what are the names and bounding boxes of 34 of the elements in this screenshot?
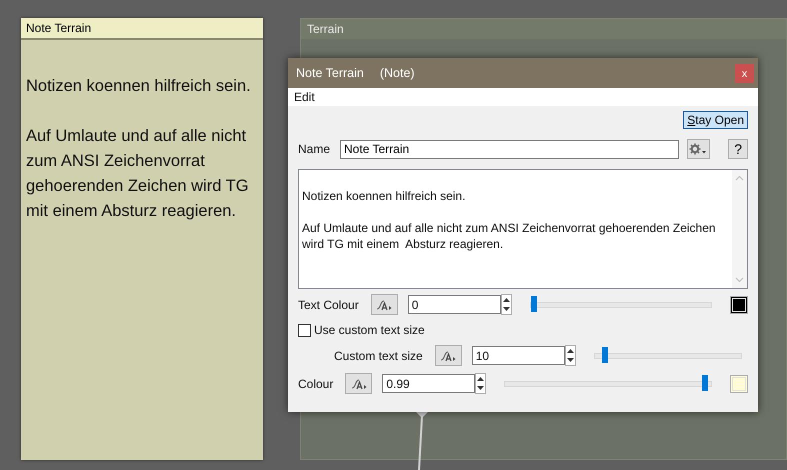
spinner-icon[interactable] (564, 345, 576, 366)
spinner-icon[interactable] (500, 294, 512, 315)
note-title: Note Terrain (21, 18, 263, 40)
animate-icon[interactable] (370, 294, 398, 315)
value-field[interactable]: 0 (408, 295, 501, 314)
name-field[interactable]: Note Terrain (340, 140, 679, 158)
value-field[interactable]: 0.99 (382, 374, 476, 393)
menu-item[interactable]: Edit (294, 90, 315, 104)
dialog-subtitle: (Note) (380, 66, 415, 80)
gear-icon[interactable] (686, 139, 710, 159)
field-label: Colour (298, 376, 334, 390)
slider-thumb[interactable] (702, 374, 708, 390)
note-text: Auf Umlaute und auf alle nicht zum ANSI Zeichenvorrat gehoerenden Zeichen wird TG mit einem Absturz reagieren. (302, 220, 717, 252)
slider-thumb[interactable] (602, 346, 608, 362)
colour-swatch[interactable] (730, 296, 748, 314)
colour-swatch[interactable] (730, 374, 748, 392)
close-button[interactable]: x (735, 64, 754, 83)
checkbox[interactable] (298, 324, 311, 336)
slider-thumb[interactable] (531, 296, 538, 312)
animate-icon[interactable] (434, 345, 462, 366)
spinner-icon[interactable] (475, 373, 486, 394)
dialog-title: Note Terrain (296, 66, 364, 80)
note-text: Auf Umlaute und auf alle nicht zum ANSI Zeichenvorrat gehoerenden Zeichen wird TG mit einem Absturz reagieren. (26, 126, 250, 222)
stay-open-button[interactable]: Stay Open (683, 111, 748, 129)
animate-icon[interactable] (345, 373, 372, 394)
note-text: Notizen koennen hilfreich sein. (26, 76, 251, 97)
note-text: Notizen koennen hilfreich sein. (302, 188, 466, 204)
field-label: Text Colour (298, 298, 359, 312)
field-label: Custom text size (334, 348, 423, 362)
panel-title: Terrain (301, 19, 786, 39)
name-label: Name (298, 142, 330, 156)
help-button[interactable]: ? (728, 139, 748, 159)
value-field[interactable]: 10 (472, 346, 565, 365)
connector-line (416, 412, 428, 470)
